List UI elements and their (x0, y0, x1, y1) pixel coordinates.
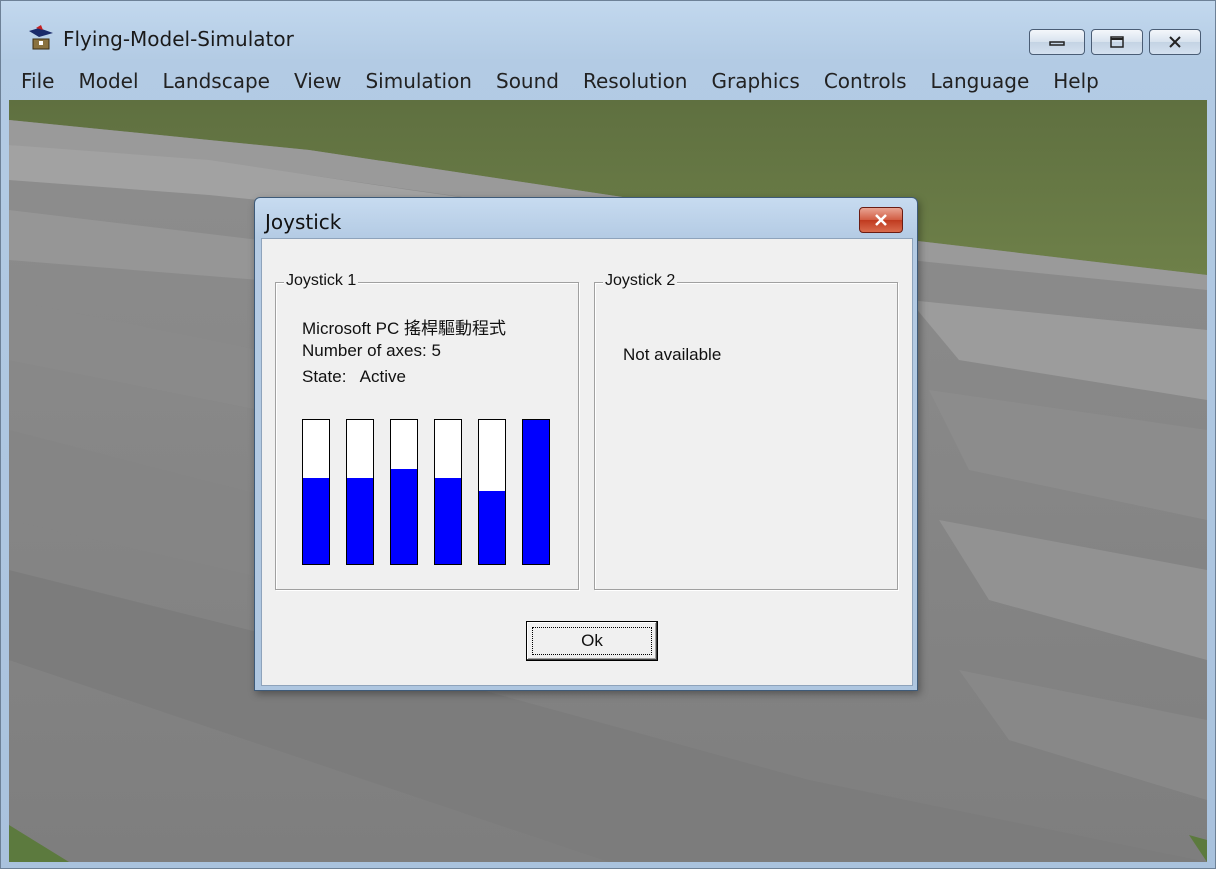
axis-bar-6-fill (523, 420, 549, 564)
joystick1-state: State: Active (302, 367, 406, 387)
axis-bar-3-fill (391, 468, 417, 564)
axis-bar-3 (390, 419, 418, 565)
axis-bar-4 (434, 419, 462, 565)
menu-simulation[interactable]: Simulation (353, 63, 484, 99)
state-label: State: (302, 367, 347, 386)
close-icon (1169, 36, 1181, 48)
dialog-close-button[interactable] (859, 207, 903, 233)
joystick2-legend: Joystick 2 (603, 272, 678, 290)
minimize-button[interactable] (1029, 29, 1085, 55)
state-value: Active (359, 367, 406, 386)
menu-resolution[interactable]: Resolution (571, 63, 700, 99)
axis-bar-5 (478, 419, 506, 565)
menu-language[interactable]: Language (919, 63, 1042, 99)
menu-bar: File Model Landscape View Simulation Sou… (9, 63, 1207, 99)
menu-controls[interactable]: Controls (812, 63, 919, 99)
close-button[interactable] (1149, 29, 1201, 55)
menu-help[interactable]: Help (1041, 63, 1111, 99)
axis-bar-1 (302, 419, 330, 565)
menu-landscape[interactable]: Landscape (151, 63, 282, 99)
ok-button-label: Ok (581, 631, 603, 650)
axis-bar-4-fill (435, 477, 461, 564)
joystick-dialog: Joystick Joystick 1 Microsoft PC 搖桿驅動程式 … (254, 197, 918, 691)
joystick2-status: Not available (623, 345, 722, 364)
menu-graphics[interactable]: Graphics (700, 63, 812, 99)
menu-file[interactable]: File (9, 63, 66, 99)
axis-bar-2-fill (347, 477, 373, 564)
axis-bar-1-fill (303, 477, 329, 564)
minimize-icon (1049, 41, 1065, 46)
main-window: Flying-Model-Simulator File Model Landsc… (0, 0, 1216, 869)
joystick1-group: Joystick 1 Microsoft PC 搖桿驅動程式 Number of… (275, 272, 579, 590)
menu-sound[interactable]: Sound (484, 63, 571, 99)
maximize-button[interactable] (1091, 29, 1143, 55)
axis-bar-5-fill (479, 490, 505, 564)
airplane-app-icon (29, 25, 53, 50)
maximize-icon (1110, 36, 1124, 48)
joystick1-legend: Joystick 1 (284, 272, 359, 290)
menu-view[interactable]: View (282, 63, 353, 99)
dialog-title: Joystick (265, 210, 342, 234)
joystick1-device-name: Microsoft PC 搖桿驅動程式 (302, 319, 507, 338)
axis-bar-6 (522, 419, 550, 565)
close-icon (875, 214, 887, 226)
joystick2-group: Joystick 2 Not available (594, 272, 898, 590)
axis-bar-2 (346, 419, 374, 565)
dialog-body: Joystick 1 Microsoft PC 搖桿驅動程式 Number of… (261, 238, 913, 686)
title-bar[interactable]: Flying-Model-Simulator (1, 1, 1215, 63)
menu-model[interactable]: Model (66, 63, 150, 99)
ok-button[interactable]: Ok (526, 621, 658, 661)
window-title: Flying-Model-Simulator (63, 27, 294, 51)
joystick1-axes-count: Number of axes: 5 (302, 341, 441, 360)
